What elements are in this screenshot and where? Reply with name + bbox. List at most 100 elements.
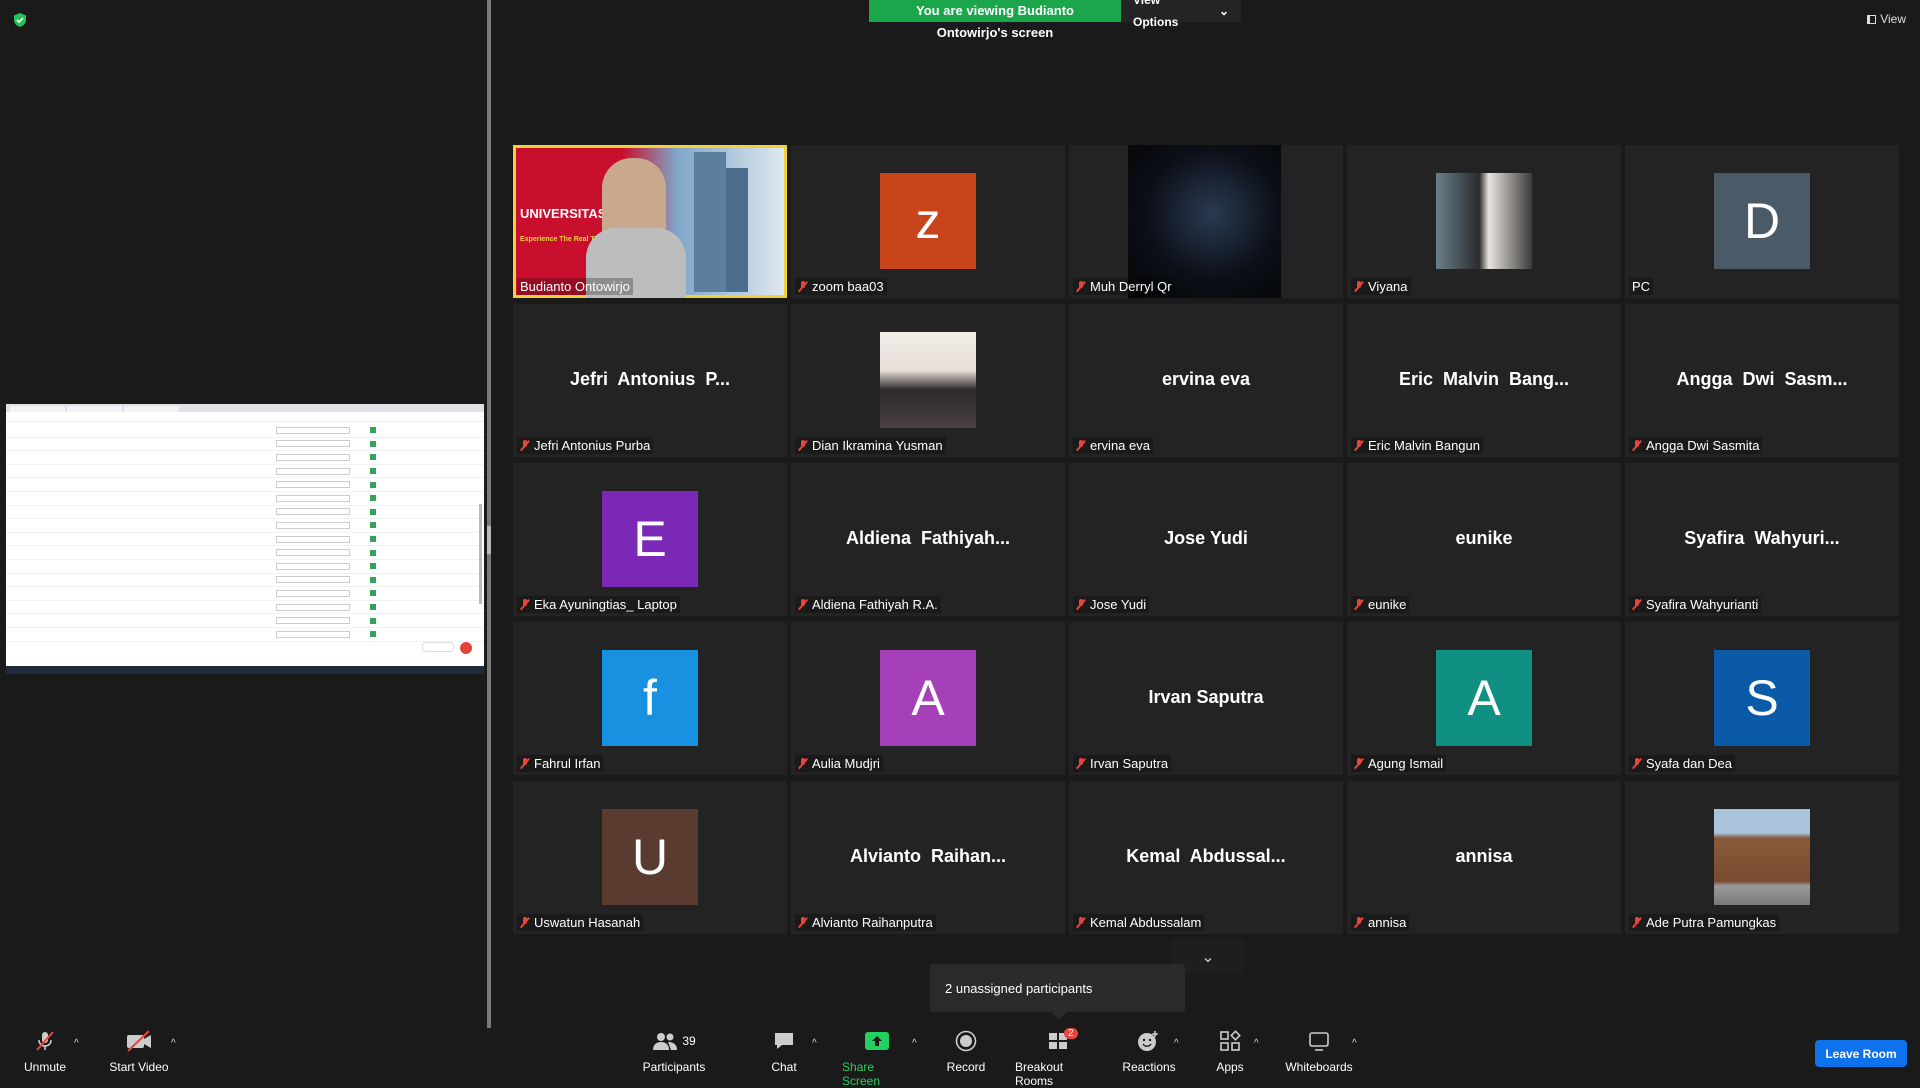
record-icon [955,1030,977,1052]
shared-table-row [6,451,484,465]
participant-tile[interactable]: A Aulia Mudjri [791,622,1065,775]
participant-tile[interactable]: z zoom baa03 [791,145,1065,298]
breakout-rooms-button[interactable]: 2 Breakout Rooms [1015,1028,1103,1088]
start-video-label: Start Video [109,1060,169,1074]
apps-options-caret[interactable]: ^ [1254,1038,1259,1049]
avatar: A [1436,650,1532,746]
participant-tile[interactable]: Aldiena Fathiyah... Aldiena Fathiyah R.A. [791,463,1065,616]
participant-tile[interactable]: f Fahrul Irfan [513,622,787,775]
participant-name-label: zoom baa03 [795,278,887,295]
participants-button[interactable]: 39 Participants [641,1030,707,1074]
participant-tile[interactable]: Eric Malvin Bang... Eric Malvin Bangun [1347,304,1621,457]
audio-options-caret[interactable]: ^ [74,1038,79,1049]
screen-share-banner: You are viewing Budianto Ontowirjo's scr… [869,0,1241,40]
chat-options-caret[interactable]: ^ [812,1038,817,1049]
whiteboards-button[interactable]: Whiteboards [1284,1030,1354,1074]
participant-tile[interactable]: Ade Putra Pamungkas [1625,781,1899,934]
participant-tile[interactable]: Viyana [1347,145,1621,298]
participant-tile[interactable]: D PC [1625,145,1899,298]
participant-video [1128,145,1281,298]
participant-tile[interactable]: E Eka Ayuningtias_ Laptop [513,463,787,616]
participant-name-label: Jose Yudi [1073,596,1150,613]
muted-microphone-icon [1076,439,1086,452]
participant-display-name: Jefri Antonius P... [569,369,731,389]
participant-tile[interactable]: Muh Derryl Qr [1069,145,1343,298]
participant-name: Uswatun Hasanah [534,915,641,930]
participant-name: Syafa dan Dea [1646,756,1733,771]
participant-name-label: annisa [1351,914,1410,931]
participant-name: Aulia Mudjri [812,756,880,771]
participant-tile[interactable]: Dian Ikramina Yusman [791,304,1065,457]
shared-screen-content[interactable] [6,404,484,674]
participant-name: Ade Putra Pamungkas [1646,915,1777,930]
participant-tile[interactable]: Kemal Abdussal... Kemal Abdussalam [1069,781,1343,934]
participant-tile[interactable]: Irvan Saputra Irvan Saputra [1069,622,1343,775]
participant-name: Eka Ayuningtias_ Laptop [534,597,677,612]
view-button[interactable]: View [1867,12,1906,26]
participant-display-name: eunike [1455,528,1513,548]
reactions-options-caret[interactable]: ^ [1174,1038,1179,1049]
viewing-screen-label: You are viewing Budianto Ontowirjo's scr… [869,0,1121,40]
encryption-shield-icon[interactable] [12,12,28,28]
chat-button[interactable]: Chat [770,1030,798,1074]
participant-tile[interactable]: S Syafa dan Dea [1625,622,1899,775]
participant-name-label: Aldiena Fathiyah R.A. [795,596,941,613]
apps-button[interactable]: Apps [1214,1030,1246,1074]
divider-handle[interactable] [487,526,491,554]
muted-microphone-icon [798,598,808,611]
whiteboards-options-caret[interactable]: ^ [1352,1038,1357,1049]
participant-name-label: Syafira Wahyurianti [1629,596,1762,613]
muted-microphone-icon [798,439,808,452]
participant-tile[interactable]: UNIVERSITAS BAKRIE Experience The Real TB… [513,145,787,298]
reactions-label: Reactions [1122,1060,1176,1074]
grid-view-icon [1867,14,1877,24]
shared-table-row [6,560,484,574]
participant-name: Jefri Antonius Purba [534,438,651,453]
participant-name: Muh Derryl Qr [1090,279,1172,294]
participant-name: Fahrul Irfan [534,756,601,771]
unassigned-participants-tooltip: 2 unassigned participants [930,964,1185,1020]
participants-label: Participants [642,1060,706,1074]
participant-tile[interactable]: annisa annisa [1347,781,1621,934]
muted-microphone-icon [1354,916,1364,929]
participant-name-label: PC [1629,278,1654,295]
microphone-muted-icon [33,1030,57,1052]
participant-tile[interactable]: Jefri Antonius P... Jefri Antonius Purba [513,304,787,457]
shared-table-row [6,519,484,533]
whiteboards-label: Whiteboards [1285,1060,1353,1074]
muted-microphone-icon [798,916,808,929]
participant-name: PC [1632,279,1651,294]
participant-video: UNIVERSITAS BAKRIE Experience The Real T [516,148,784,298]
breakout-rooms-icon: 2 [1048,1028,1078,1052]
participant-tile[interactable]: U Uswatun Hasanah [513,781,787,934]
participant-name-label: Uswatun Hasanah [517,914,644,931]
participant-tile[interactable]: Jose Yudi Jose Yudi [1069,463,1343,616]
muted-microphone-icon [1632,916,1642,929]
video-options-caret[interactable]: ^ [171,1038,176,1049]
split-view-divider[interactable] [487,0,491,1028]
start-video-button[interactable]: Start Video [108,1030,170,1074]
record-button[interactable]: Record [947,1030,985,1074]
share-screen-button[interactable]: Share Screen [842,1030,912,1088]
share-options-caret[interactable]: ^ [912,1038,917,1049]
participant-name: ervina eva [1090,438,1150,453]
participant-tile[interactable]: A Agung Ismail [1347,622,1621,775]
unmute-button[interactable]: Unmute [22,1030,68,1074]
reactions-button[interactable]: Reactions [1122,1030,1176,1074]
participant-name-label: Ade Putra Pamungkas [1629,914,1780,931]
participant-tile[interactable]: eunike eunike [1347,463,1621,616]
view-options-button[interactable]: View Options ⌄ [1121,0,1241,29]
participant-display-name: Angga Dwi Sasm... [1676,369,1848,389]
breakout-rooms-badge: 2 [1064,1028,1078,1039]
participant-name: Alvianto Raihanputra [812,915,933,930]
leave-room-button[interactable]: Leave Room [1815,1040,1907,1067]
participant-tile[interactable]: Angga Dwi Sasm... Angga Dwi Sasmita [1625,304,1899,457]
participant-name-label: Jefri Antonius Purba [517,437,654,454]
participants-count: 39 [682,1034,696,1048]
participant-tile[interactable]: Alvianto Raihan... Alvianto Raihanputra [791,781,1065,934]
participants-icon: 39 [652,1030,696,1052]
participant-tile[interactable]: Syafira Wahyuri... Syafira Wahyurianti [1625,463,1899,616]
muted-microphone-icon [520,757,530,770]
participant-tile[interactable]: ervina eva ervina eva [1069,304,1343,457]
shared-scrollbar [479,504,482,604]
